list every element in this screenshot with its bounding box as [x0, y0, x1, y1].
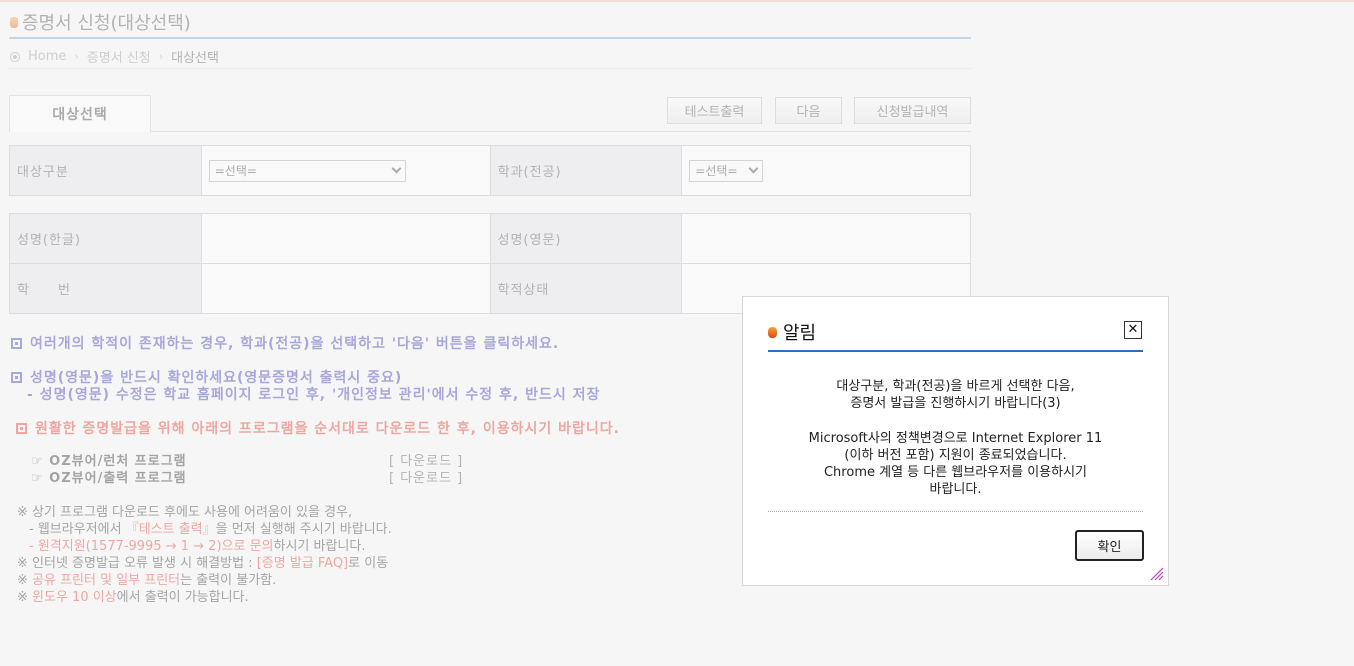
name-kr-label: 성명(한글) — [9, 213, 202, 264]
student-no-label: 학 번 — [9, 263, 202, 314]
target-type-label: 대상구분 — [9, 145, 202, 196]
dept-select[interactable]: =선택= — [689, 159, 764, 182]
dialog-title-divider — [768, 350, 1143, 352]
square-bullet-icon — [16, 423, 27, 434]
notice-download-programs: 원활한 증명발급을 위해 아래의 프로그램을 순서대로 다운로드 한 후, 이용… — [16, 418, 620, 438]
name-kr-value — [200, 213, 491, 264]
history-button[interactable]: 신청발급내역 — [854, 97, 971, 124]
breadcrumb-current: 대상선택 — [171, 51, 219, 66]
chevron-down-icon — [748, 163, 759, 174]
name-en-label: 성명(영문) — [489, 213, 683, 264]
name-en-value — [681, 213, 971, 264]
test-print-button[interactable]: 테스트출력 — [667, 97, 762, 124]
title-bullet-icon — [768, 326, 777, 338]
tab-target-select[interactable]: 대상선택 — [9, 95, 151, 132]
breadcrumb-home[interactable]: Home — [28, 49, 66, 64]
tab-divider — [151, 131, 971, 132]
dialog-divider — [768, 511, 1143, 512]
close-icon[interactable]: ✕ — [1124, 321, 1142, 339]
breadcrumb: Home › 증명서 신청 › 대상선택 — [10, 47, 219, 66]
dept-label: 학과(전공) — [489, 145, 683, 196]
program-printer: ☞ OZ뷰어/출력 프로그램 — [31, 471, 187, 486]
alert-dialog: 알림 ✕ 대상구분, 학과(전공)을 바르게 선택한 다음, 증명서 발급을 진… — [742, 296, 1169, 586]
breadcrumb-certificate[interactable]: 증명서 신청 — [87, 47, 151, 66]
square-bullet-icon — [11, 372, 22, 383]
resize-handle-icon[interactable] — [1148, 565, 1164, 581]
title-divider — [9, 37, 971, 39]
chevron-right-icon: › — [74, 50, 79, 63]
footer-line-6: ※ 윈도우 10 이상에서 출력이 가능합니다. — [17, 590, 249, 605]
square-bullet-icon — [11, 338, 22, 349]
page-title: 증명서 신청(대상선택) — [10, 9, 191, 35]
notice-multiple-records: 여러개의 학적이 존재하는 경우, 학과(전공)을 선택하고 '다음' 버튼을 … — [11, 333, 559, 353]
target-type-select[interactable]: =선택= — [208, 159, 406, 182]
breadcrumb-divider — [9, 68, 971, 69]
dialog-title: 알림 — [768, 319, 816, 345]
download-printer-link[interactable]: [ 다운로드 ] — [389, 467, 463, 486]
notice-english-name-sub: - 성명(영문) 수정은 학교 홈페이지 로그인 후, '개인정보 관리'에서 … — [27, 387, 601, 403]
status-label: 학적상태 — [489, 263, 683, 314]
ok-button[interactable]: 확인 — [1075, 530, 1144, 561]
student-no-value — [200, 263, 491, 314]
home-icon — [10, 51, 20, 62]
page-title-text: 증명서 신청(대상선택) — [22, 13, 191, 34]
target-select-table: 대상구분 =선택= 학과(전공) =선택= — [9, 145, 971, 196]
title-bullet-icon — [10, 16, 18, 28]
next-button[interactable]: 다음 — [775, 97, 842, 124]
dialog-message-2: Microsoft사의 정책변경으로 Internet Explorer 11 … — [808, 431, 1103, 497]
chevron-down-icon — [391, 163, 402, 174]
dialog-message-1: 대상구분, 학과(전공)을 바르게 선택한 다음, 증명서 발급을 진행하시기 … — [836, 379, 1075, 411]
chevron-right-icon: › — [158, 50, 164, 63]
